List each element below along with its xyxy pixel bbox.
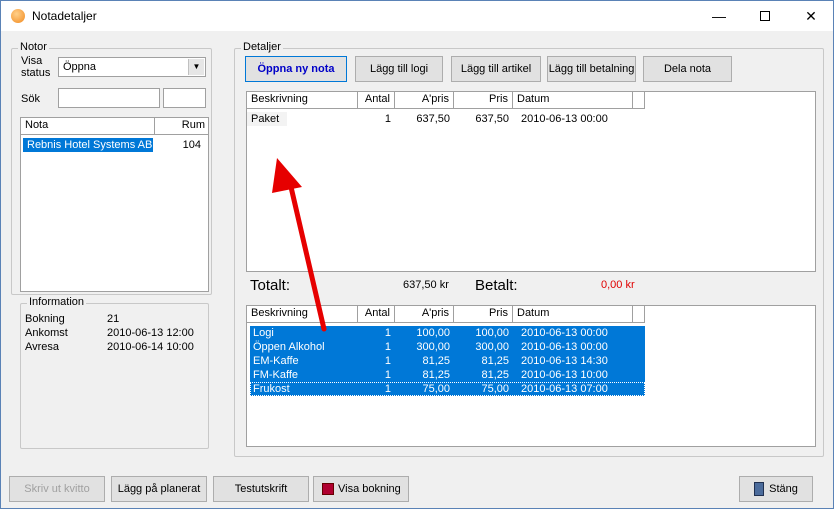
- info-bokning-label: Bokning: [25, 313, 65, 325]
- close-button[interactable]: ✕: [788, 1, 834, 31]
- add-planned-button[interactable]: Lägg på planerat: [111, 476, 207, 502]
- row3-antal: 1: [384, 355, 391, 367]
- close-window-button[interactable]: Stäng: [739, 476, 813, 502]
- row5-pris: 75,00: [481, 383, 509, 395]
- row2-pris: 300,00: [475, 341, 509, 353]
- visa-status-select[interactable]: Öppna ▼: [58, 57, 206, 77]
- notadetaljer-window: Notadetaljer — ✕ Notor Visa status Öppna …: [0, 0, 834, 509]
- maximize-button[interactable]: [742, 1, 788, 31]
- notor-list[interactable]: Nota Rum Rebnis Hotel Systems AB 104: [20, 117, 209, 292]
- betalt-value: 0,00 kr: [601, 279, 635, 291]
- row5-antal: 1: [384, 383, 391, 395]
- col-datum-lower[interactable]: Datum: [513, 306, 633, 323]
- info-ankomst-value: 2010-06-13 12:00: [107, 327, 194, 339]
- column-header-rum[interactable]: Rum: [155, 118, 208, 135]
- dela-nota-button[interactable]: Dela nota: [643, 56, 732, 82]
- item-pris[interactable]: 637,50: [454, 112, 513, 126]
- row4-datum: 2010-06-13 10:00: [521, 369, 608, 381]
- door-icon: [754, 482, 765, 497]
- show-booking-label: Visa bokning: [338, 483, 401, 495]
- notor-group-title: Notor: [18, 41, 49, 53]
- search-input-secondary[interactable]: [163, 88, 206, 108]
- info-bokning-value: 21: [107, 313, 120, 325]
- col-apris[interactable]: A'pris: [395, 92, 454, 109]
- row2-datum: 2010-06-13 00:00: [521, 341, 608, 353]
- nota-row-name[interactable]: Rebnis Hotel Systems AB: [23, 138, 153, 152]
- betalt-label: Betalt:: [475, 277, 518, 294]
- print-receipt-button[interactable]: Skriv ut kvitto: [9, 476, 105, 502]
- nota-row-rum[interactable]: 104: [155, 138, 205, 152]
- row2-apris: 300,00: [416, 341, 450, 353]
- maximize-icon: [760, 11, 770, 22]
- item-beskrivning[interactable]: Paket: [247, 112, 287, 126]
- col-pris[interactable]: Pris: [454, 92, 513, 109]
- test-print-button[interactable]: Testutskrift: [213, 476, 309, 502]
- close-window-label: Stäng: [769, 483, 798, 495]
- row3-beskrivning: EM-Kaffe: [253, 355, 299, 367]
- col-beskrivning[interactable]: Beskrivning: [247, 92, 358, 109]
- col-antal[interactable]: Antal: [358, 92, 395, 109]
- row4-apris: 81,25: [422, 369, 450, 381]
- information-group-title: Information: [27, 296, 87, 308]
- row4-pris: 81,25: [481, 369, 509, 381]
- minimize-button[interactable]: —: [696, 1, 742, 31]
- chevron-down-icon[interactable]: ▼: [188, 59, 204, 75]
- book-icon: [322, 483, 334, 496]
- info-avresa-label: Avresa: [25, 341, 60, 353]
- window-title: Notadetaljer: [32, 9, 97, 23]
- info-ankomst-label: Ankomst: [25, 327, 68, 339]
- col-filler: [633, 92, 645, 109]
- row3-datum: 2010-06-13 14:30: [521, 355, 608, 367]
- col-beskrivning-lower[interactable]: Beskrivning: [247, 306, 358, 323]
- row1-datum: 2010-06-13 00:00: [521, 327, 608, 339]
- title-bar: Notadetaljer — ✕: [1, 1, 833, 31]
- row4-beskrivning: FM-Kaffe: [253, 369, 299, 381]
- detaljer-group-title: Detaljer: [241, 41, 283, 53]
- row3-apris: 81,25: [422, 355, 450, 367]
- item-datum[interactable]: 2010-06-13 00:00: [517, 112, 633, 126]
- search-input[interactable]: [58, 88, 160, 108]
- col-datum[interactable]: Datum: [513, 92, 633, 109]
- totalt-label: Totalt:: [250, 277, 291, 294]
- col-antal-lower[interactable]: Antal: [358, 306, 395, 323]
- row4-antal: 1: [384, 369, 391, 381]
- item-apris[interactable]: 637,50: [395, 112, 454, 126]
- show-booking-button[interactable]: Visa bokning: [313, 476, 409, 502]
- col-filler-lower: [633, 306, 645, 323]
- item-antal[interactable]: 1: [358, 112, 395, 126]
- col-apris-lower[interactable]: A'pris: [395, 306, 454, 323]
- add-betalning-button[interactable]: Lägg till betalning: [547, 56, 636, 82]
- row3-pris: 81,25: [481, 355, 509, 367]
- row5-beskrivning: Frukost: [253, 383, 290, 395]
- row5-datum: 2010-06-13 07:00: [521, 383, 608, 395]
- totalt-value: 637,50 kr: [403, 279, 449, 291]
- row1-pris: 100,00: [475, 327, 509, 339]
- row5-apris: 75,00: [422, 383, 450, 395]
- visa-status-label: Visa status: [21, 55, 51, 79]
- add-artikel-button[interactable]: Lägg till artikel: [451, 56, 541, 82]
- add-logi-button[interactable]: Lägg till logi: [355, 56, 443, 82]
- info-avresa-value: 2010-06-14 10:00: [107, 341, 194, 353]
- row1-apris: 100,00: [416, 327, 450, 339]
- col-pris-lower[interactable]: Pris: [454, 306, 513, 323]
- sok-label: Sök: [21, 93, 40, 105]
- open-new-nota-button[interactable]: Öppna ny nota: [245, 56, 347, 82]
- visa-status-value: Öppna: [63, 61, 97, 73]
- row2-antal: 1: [384, 341, 391, 353]
- row1-antal: 1: [384, 327, 391, 339]
- column-header-nota[interactable]: Nota: [21, 118, 155, 135]
- nota-details-list[interactable]: Beskrivning Antal A'pris Pris Datum Logi…: [246, 305, 816, 447]
- row1-beskrivning: Logi: [253, 327, 274, 339]
- nota-items-list[interactable]: Beskrivning Antal A'pris Pris Datum Pake…: [246, 91, 816, 272]
- app-icon: [11, 9, 25, 23]
- row2-beskrivning: Öppen Alkohol: [253, 341, 325, 353]
